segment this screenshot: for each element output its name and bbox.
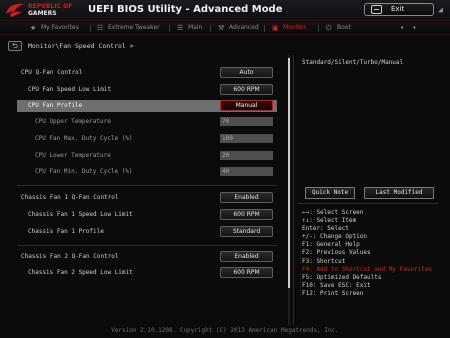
setting-cpu-fan-profile[interactable]: CPU Fan Profile Manual — [17, 100, 277, 112]
key-hint: F12: Print Screen — [302, 289, 364, 297]
key-legend: ←→: Select Screen ↑↓: Select Item Enter:… — [302, 209, 447, 298]
tab-extreme-tweaker[interactable]: ☷ Extreme Tweaker — [97, 24, 160, 34]
setting-chassis-fan-1-speed-low-limit[interactable]: Chassis Fan 1 Speed Low Limit 600 RPM — [17, 209, 277, 221]
power-icon: ⏻ — [326, 24, 332, 32]
setting-chassis-fan-2-speed-low-limit[interactable]: Chassis Fan 2 Speed Low Limit 600 RPM — [17, 267, 277, 279]
more-tabs-icon[interactable]: • • — [400, 24, 419, 32]
wrench-icon: ⚒ — [218, 24, 225, 32]
setting-cpu-qfan-control[interactable]: CPU Q-Fan Control Auto — [17, 67, 277, 79]
tab-label: Monitor — [283, 24, 306, 31]
setting-label: Chassis Fan 2 Q-Fan Control — [21, 253, 119, 260]
tab-divider — [264, 25, 265, 32]
setting-label: Chassis Fan 1 Speed Low Limit — [28, 211, 133, 218]
version-footer: Version 2.10.1208. Copyright (C) 2013 Am… — [111, 327, 339, 334]
key-hint: F1: General Help — [302, 241, 360, 249]
back-button[interactable]: ⮌ — [8, 41, 22, 51]
setting-label: Chassis Fan 1 Q-Fan Control — [21, 194, 119, 201]
brand-line2: GAMERS — [28, 10, 57, 17]
tab-divider — [318, 25, 319, 32]
tab-bar: ★ My Favorites ☷ Extreme Tweaker ☰ Main ⚒ Ad… — [0, 22, 450, 35]
setting-label: CPU Fan Min. Duty Cycle (%) — [35, 168, 133, 175]
tab-label: Extreme Tweaker — [108, 24, 160, 31]
tab-label: Boot — [337, 24, 351, 31]
list-icon: ☰ — [177, 24, 184, 32]
rog-logo — [6, 3, 24, 17]
key-hint: F5: Optimized Defaults — [302, 273, 382, 281]
chassis-fan-1-qfan-control-button[interactable]: Enabled — [220, 192, 273, 203]
key-hint: ↑↓: Select Item — [302, 217, 357, 225]
setting-cpu-upper-temperature: CPU Upper Temperature 70 — [17, 116, 277, 128]
star-icon: ★ — [30, 24, 37, 32]
setting-cpu-lower-temperature: CPU Lower Temperature 20 — [17, 150, 277, 162]
key-hint: Enter: Select — [302, 225, 349, 233]
setting-cpu-fan-min-duty-cycle: CPU Fan Min. Duty Cycle (%) 40 — [17, 166, 277, 178]
tab-monitor[interactable]: ▣ Monitor — [272, 24, 306, 34]
breadcrumb-path: Monitor\Fan Speed Control > — [28, 42, 134, 50]
key-hint: F10: Save ESC: Exit — [302, 281, 371, 289]
setting-label: CPU Lower Temperature — [35, 152, 111, 159]
cpu-fan-speed-low-limit-button[interactable]: 600 RPM — [220, 84, 273, 95]
exit-button[interactable]: Exit — [364, 3, 434, 16]
key-hint: F2: Previous Values — [302, 249, 371, 257]
setting-label: CPU Upper Temperature — [35, 118, 111, 125]
tab-label: Advanced — [229, 24, 259, 31]
chassis-fan-1-speed-low-limit-button[interactable]: 600 RPM — [220, 209, 273, 220]
tab-label: Main — [188, 24, 203, 31]
help-divider — [298, 203, 438, 204]
brand-line1: REPUBLIC OF — [28, 3, 73, 10]
chassis-fan-2-qfan-control-button[interactable]: Enabled — [220, 251, 273, 262]
quick-note-button[interactable]: Quick Note — [305, 187, 355, 199]
tab-divider — [90, 25, 91, 32]
cpu-fan-max-duty-cycle-field[interactable]: 100 — [220, 134, 273, 143]
key-hint: +/-: Change Option — [302, 233, 368, 241]
cpu-qfan-control-button[interactable]: Auto — [220, 67, 273, 78]
setting-chassis-fan-1-qfan-control[interactable]: Chassis Fan 1 Q-Fan Control Enabled — [17, 192, 277, 204]
chassis-fan-2-speed-low-limit-button[interactable]: 600 RPM — [220, 267, 273, 278]
cpu-fan-profile-button[interactable]: Manual — [220, 100, 273, 111]
tab-divider — [169, 25, 170, 32]
page-title: UEFI BIOS Utility - Advanced Mode — [88, 4, 283, 15]
monitor-icon: ▣ — [272, 24, 279, 32]
setting-label: CPU Fan Speed Low Limit — [28, 86, 112, 93]
key-hint: F4: Add to Shortcut and My Favorites — [302, 265, 433, 273]
exit-label: Exit — [391, 5, 405, 13]
tab-main[interactable]: ☰ Main — [177, 24, 202, 34]
setting-cpu-fan-max-duty-cycle: CPU Fan Max. Duty Cycle (%) 100 — [17, 133, 277, 145]
cpu-upper-temperature-field[interactable]: 70 — [220, 117, 273, 126]
exit-icon — [371, 5, 382, 14]
header-bar: REPUBLIC OF GAMERS UEFI BIOS Utility - A… — [0, 0, 450, 21]
tab-my-favorites[interactable]: ★ My Favorites — [30, 24, 79, 34]
key-hint: F3: Shortcut — [302, 257, 346, 265]
setting-chassis-fan-2-qfan-control[interactable]: Chassis Fan 2 Q-Fan Control Enabled — [17, 251, 277, 263]
tab-divider — [210, 25, 211, 32]
section-divider — [17, 185, 277, 186]
help-description: Standard/Silent/Turbo/Manual — [302, 59, 404, 66]
chassis-fan-1-profile-button[interactable]: Standard — [220, 226, 273, 237]
section-divider — [17, 245, 277, 246]
tab-advanced[interactable]: ⚒ Advanced — [218, 24, 259, 34]
resize-icon[interactable]: ◢ — [438, 5, 447, 14]
setting-label: Chassis Fan 1 Profile — [28, 228, 104, 235]
setting-label: Chassis Fan 2 Speed Low Limit — [28, 269, 133, 276]
last-modified-button[interactable]: Last Modified — [364, 187, 434, 199]
tab-label: My Favorites — [41, 24, 79, 31]
brand-text: REPUBLIC OF GAMERS — [28, 3, 72, 17]
back-arrow-icon: ⮌ — [12, 42, 18, 50]
tab-boot[interactable]: ⏻ Boot — [326, 24, 351, 34]
cpu-fan-min-duty-cycle-field[interactable]: 40 — [220, 167, 273, 176]
setting-cpu-fan-speed-low-limit[interactable]: CPU Fan Speed Low Limit 600 RPM — [17, 84, 277, 96]
settings-list: CPU Q-Fan Control Auto CPU Fan Speed Low… — [17, 65, 277, 327]
key-hint: ←→: Select Screen — [302, 209, 364, 216]
scrollbar-thumb[interactable] — [288, 58, 290, 288]
setting-label: CPU Fan Max. Duty Cycle (%) — [35, 135, 133, 142]
setting-chassis-fan-1-profile[interactable]: Chassis Fan 1 Profile Standard — [17, 226, 277, 238]
cpu-lower-temperature-field[interactable]: 20 — [220, 151, 273, 160]
setting-label: CPU Q-Fan Control — [21, 69, 83, 76]
setting-label: CPU Fan Profile — [28, 102, 83, 109]
tweaker-icon: ☷ — [97, 24, 104, 32]
